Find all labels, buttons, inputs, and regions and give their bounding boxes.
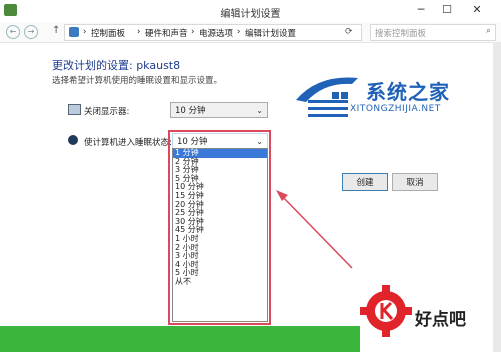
dropdown-option[interactable]: 从不 <box>173 277 267 287</box>
watermark-name: 系统之家 <box>366 80 450 104</box>
page-subtitle: 选择希望计算机使用的睡眠设置和显示设置。 <box>52 76 223 86</box>
brand-name: 好点吧 <box>415 310 466 330</box>
up-button[interactable]: ↑ <box>52 25 60 36</box>
display-off-value: 10 分钟 <box>175 106 206 116</box>
navigation-bar: ← → ↑ › 控制面板 › 硬件和声音 › 电源选项 › 编辑计划设置 ⟳ 搜… <box>0 22 501 43</box>
search-box[interactable]: 搜索控制面板 ⌕ <box>370 24 496 41</box>
sleep-label: 使计算机进入睡眠状态: <box>84 138 172 148</box>
search-input[interactable]: 搜索控制面板 <box>375 27 426 39</box>
sleep-value: 10 分钟 <box>177 137 208 147</box>
display-off-select[interactable]: 10 分钟 ⌄ <box>170 102 268 118</box>
green-bar <box>0 326 360 352</box>
control-panel-icon <box>69 27 79 37</box>
sleep-select[interactable]: 10 分钟 ⌄ <box>172 133 268 149</box>
close-button[interactable]: ✕ <box>462 2 492 18</box>
breadcrumb-hardware-sound[interactable]: 硬件和声音 <box>145 27 188 39</box>
monitor-icon <box>68 104 81 115</box>
minimize-button[interactable]: ─ <box>410 2 432 18</box>
sleep-icon <box>68 135 78 145</box>
breadcrumb-separator: › <box>83 27 87 37</box>
refresh-icon[interactable]: ⟳ <box>345 27 353 37</box>
breadcrumb-separator: › <box>191 27 195 37</box>
page-title: 更改计划的设置: pkaust8 <box>52 59 181 72</box>
address-bar[interactable]: › 控制面板 › 硬件和声音 › 电源选项 › 编辑计划设置 ⟳ <box>64 24 362 41</box>
breadcrumb-power-options[interactable]: 电源选项 <box>199 27 233 39</box>
cancel-button[interactable]: 取消 <box>392 173 438 191</box>
display-off-label: 关闭显示器: <box>84 107 130 117</box>
chevron-down-icon: ⌄ <box>256 106 263 115</box>
breadcrumb-control-panel[interactable]: 控制面板 <box>91 27 125 39</box>
breadcrumb-separator: › <box>237 27 241 37</box>
maximize-button[interactable]: ☐ <box>436 2 458 18</box>
brand-logo-icon <box>360 285 412 337</box>
forward-button[interactable]: → <box>24 25 38 39</box>
title-bar: 编辑计划设置 ─ ☐ ✕ <box>0 0 501 23</box>
breadcrumb-edit-plan[interactable]: 编辑计划设置 <box>245 27 296 39</box>
breadcrumb-separator: › <box>137 27 141 37</box>
back-button[interactable]: ← <box>6 25 20 39</box>
sleep-dropdown-list[interactable]: 1 分钟 2 分钟 3 分钟 5 分钟 10 分钟 15 分钟 20 分钟 25… <box>172 148 268 322</box>
create-button[interactable]: 创建 <box>342 173 388 191</box>
scrollbar[interactable] <box>493 42 501 352</box>
search-icon[interactable]: ⌕ <box>486 26 491 36</box>
watermark-url: XITONGZHIJIA.NET <box>350 104 441 114</box>
